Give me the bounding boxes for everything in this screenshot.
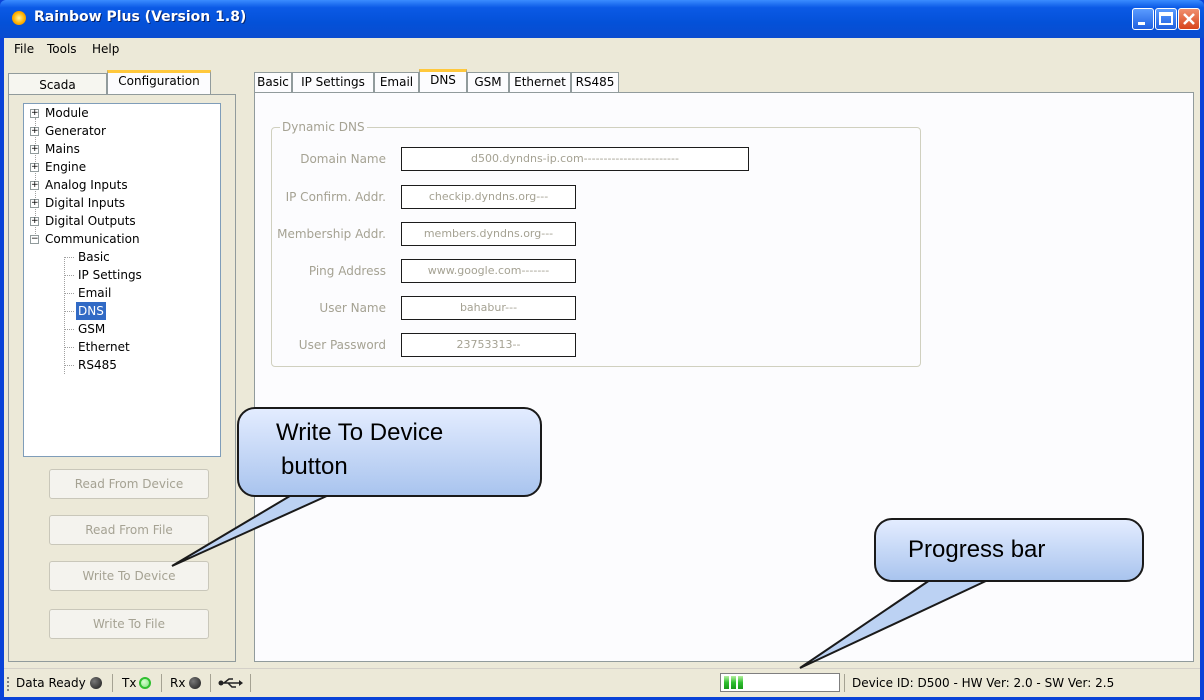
callout-pointers (171, 489, 989, 669)
write-to-device-callout: Write To Device button (237, 407, 542, 497)
callout-pointer-write (171, 489, 341, 567)
callout-pointer-progress (799, 579, 989, 669)
app-window: Rainbow Plus (Version 1.8) File Tools He… (0, 0, 1204, 700)
callout-text-line1: Write To Device (276, 419, 444, 446)
callout-text-progress: Progress bar (908, 536, 1046, 563)
progress-bar-callout: Progress bar (874, 518, 1144, 582)
callout-text-line2: button (281, 453, 348, 480)
